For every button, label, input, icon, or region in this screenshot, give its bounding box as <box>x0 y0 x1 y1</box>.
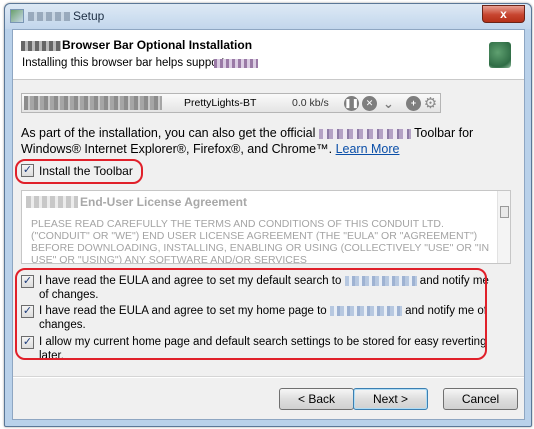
next-button[interactable]: Next > <box>353 388 428 410</box>
wizard-body: Browser Bar Optional Installation Instal… <box>12 29 525 420</box>
chevron-down-icon[interactable]: ⌄ <box>381 96 396 111</box>
wizard-header: Browser Bar Optional Installation Instal… <box>13 30 524 80</box>
stop-icon[interactable]: ✕ <box>362 96 377 111</box>
close-button[interactable]: x <box>482 5 525 23</box>
pause-icon[interactable]: ❚❚ <box>344 96 359 111</box>
intro-blurred-brand <box>318 128 411 139</box>
download-bar: PrettyLights-BT 0.0 kb/s ❚❚ ✕ ⌄ + ⚙ <box>21 93 441 113</box>
header-blurred-name <box>214 59 258 68</box>
eula-title: End-User License Agreement <box>80 195 247 209</box>
download-name: PrettyLights-BT <box>184 97 257 109</box>
gear-icon[interactable]: ⚙ <box>423 96 438 111</box>
cancel-button[interactable]: Cancel <box>443 388 518 410</box>
setup-window: Setup x Browser Bar Optional Installatio… <box>4 3 532 427</box>
add-icon[interactable]: + <box>406 96 421 111</box>
header-subtitle: Installing this browser bar helps suppor… <box>22 57 225 69</box>
app-icon <box>10 9 24 23</box>
highlight-oval-agreements <box>15 268 487 360</box>
intro-paragraph: As part of the installation, you can als… <box>21 125 521 157</box>
window-title: Setup <box>73 9 105 23</box>
title-blurred-text <box>28 12 70 21</box>
eula-blurred-logo <box>26 196 78 208</box>
eula-scroll-thumb[interactable] <box>500 206 509 218</box>
header-title: Browser Bar Optional Installation <box>62 38 253 52</box>
back-button[interactable]: < Back <box>279 388 354 410</box>
download-progress-blurred <box>24 96 162 110</box>
brand-logo-icon <box>489 42 511 68</box>
intro-text-start: As part of the installation, you can als… <box>21 126 316 140</box>
header-blurred-brand <box>21 41 61 51</box>
eula-scrollbar[interactable] <box>497 191 510 263</box>
download-speed: 0.0 kb/s <box>292 97 329 109</box>
title-bar[interactable]: Setup x <box>5 4 531 29</box>
footer-separator <box>13 376 524 378</box>
eula-text: PLEASE READ CAREFULLY THE TERMS AND COND… <box>31 218 490 264</box>
learn-more-link[interactable]: Learn More <box>336 142 400 156</box>
eula-textbox[interactable]: End-User License Agreement PLEASE READ C… <box>21 190 511 264</box>
highlight-oval-install <box>15 159 143 184</box>
